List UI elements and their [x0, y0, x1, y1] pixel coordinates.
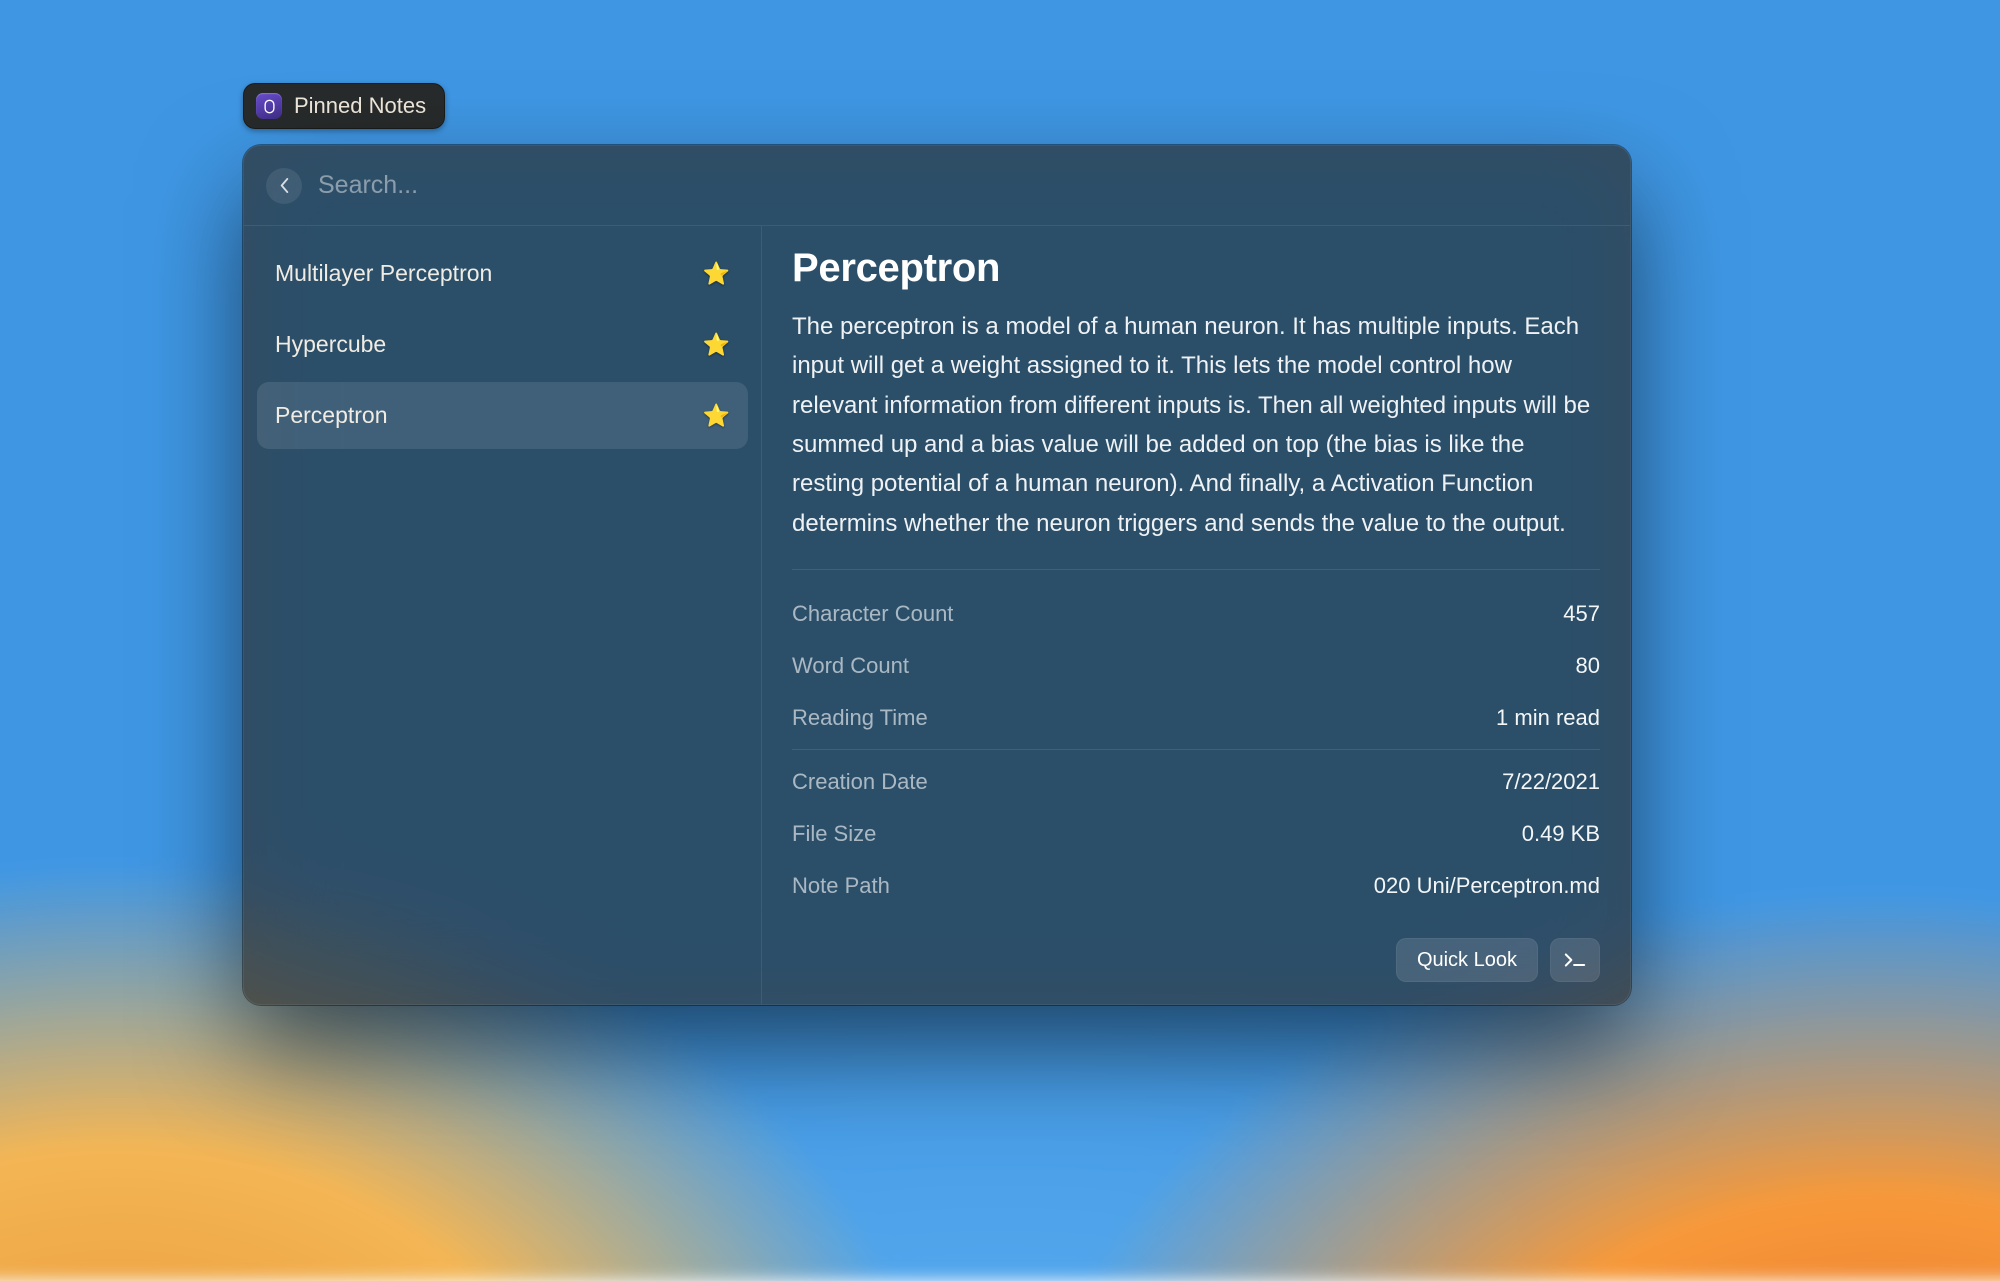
meta-row-creation-date: Creation Date 7/22/2021: [792, 756, 1600, 808]
search-input[interactable]: [318, 171, 1608, 200]
list-item-label: Hypercube: [275, 331, 386, 358]
meta-label: Note Path: [792, 873, 890, 899]
app-title: Pinned Notes: [294, 93, 426, 119]
meta-row-reading-time: Reading Time 1 min read: [792, 692, 1600, 750]
list-item[interactable]: Hypercube ⭐: [257, 311, 748, 378]
note-metadata: Character Count 457 Word Count 80 Readin…: [792, 588, 1600, 912]
meta-value: 0.49 KB: [1522, 821, 1600, 847]
meta-label: Creation Date: [792, 769, 928, 795]
app-title-chip: Pinned Notes: [243, 83, 445, 129]
meta-row-note-path: Note Path 020 Uni/Perceptron.md: [792, 860, 1600, 912]
search-bar: [244, 146, 1630, 226]
star-icon: ⭐: [703, 403, 730, 429]
meta-value: 020 Uni/Perceptron.md: [1374, 873, 1600, 899]
note-detail-pane: Perceptron The perceptron is a model of …: [762, 226, 1630, 1004]
back-button[interactable]: [266, 168, 302, 204]
app-icon: [256, 93, 282, 119]
action-bar: Quick Look: [792, 928, 1600, 982]
button-label: Quick Look: [1417, 949, 1517, 972]
meta-label: Character Count: [792, 601, 953, 627]
note-title: Perceptron: [792, 246, 1600, 291]
meta-row-character-count: Character Count 457: [792, 588, 1600, 640]
meta-value: 7/22/2021: [1502, 769, 1600, 795]
meta-label: File Size: [792, 821, 876, 847]
meta-value: 80: [1576, 653, 1600, 679]
list-item[interactable]: Perceptron ⭐: [257, 382, 748, 449]
star-icon: ⭐: [703, 261, 730, 287]
quick-look-button[interactable]: Quick Look: [1396, 938, 1538, 982]
meta-value: 457: [1563, 601, 1600, 627]
terminal-button[interactable]: [1550, 938, 1600, 982]
terminal-prompt-icon: [1564, 952, 1586, 968]
meta-label: Word Count: [792, 653, 909, 679]
meta-label: Reading Time: [792, 705, 928, 731]
pinned-notes-window: Multilayer Perceptron ⭐ Hypercube ⭐ Perc…: [243, 145, 1631, 1005]
meta-value: 1 min read: [1496, 705, 1600, 731]
meta-row-word-count: Word Count 80: [792, 640, 1600, 692]
list-item[interactable]: Multilayer Perceptron ⭐: [257, 240, 748, 307]
note-body: The perceptron is a model of a human neu…: [792, 307, 1600, 570]
window-body: Multilayer Perceptron ⭐ Hypercube ⭐ Perc…: [244, 226, 1630, 1004]
list-item-label: Multilayer Perceptron: [275, 260, 492, 287]
chevron-left-icon: [279, 178, 290, 193]
notes-list: Multilayer Perceptron ⭐ Hypercube ⭐ Perc…: [244, 226, 762, 1004]
meta-row-file-size: File Size 0.49 KB: [792, 808, 1600, 860]
star-icon: ⭐: [703, 332, 730, 358]
list-item-label: Perceptron: [275, 402, 388, 429]
